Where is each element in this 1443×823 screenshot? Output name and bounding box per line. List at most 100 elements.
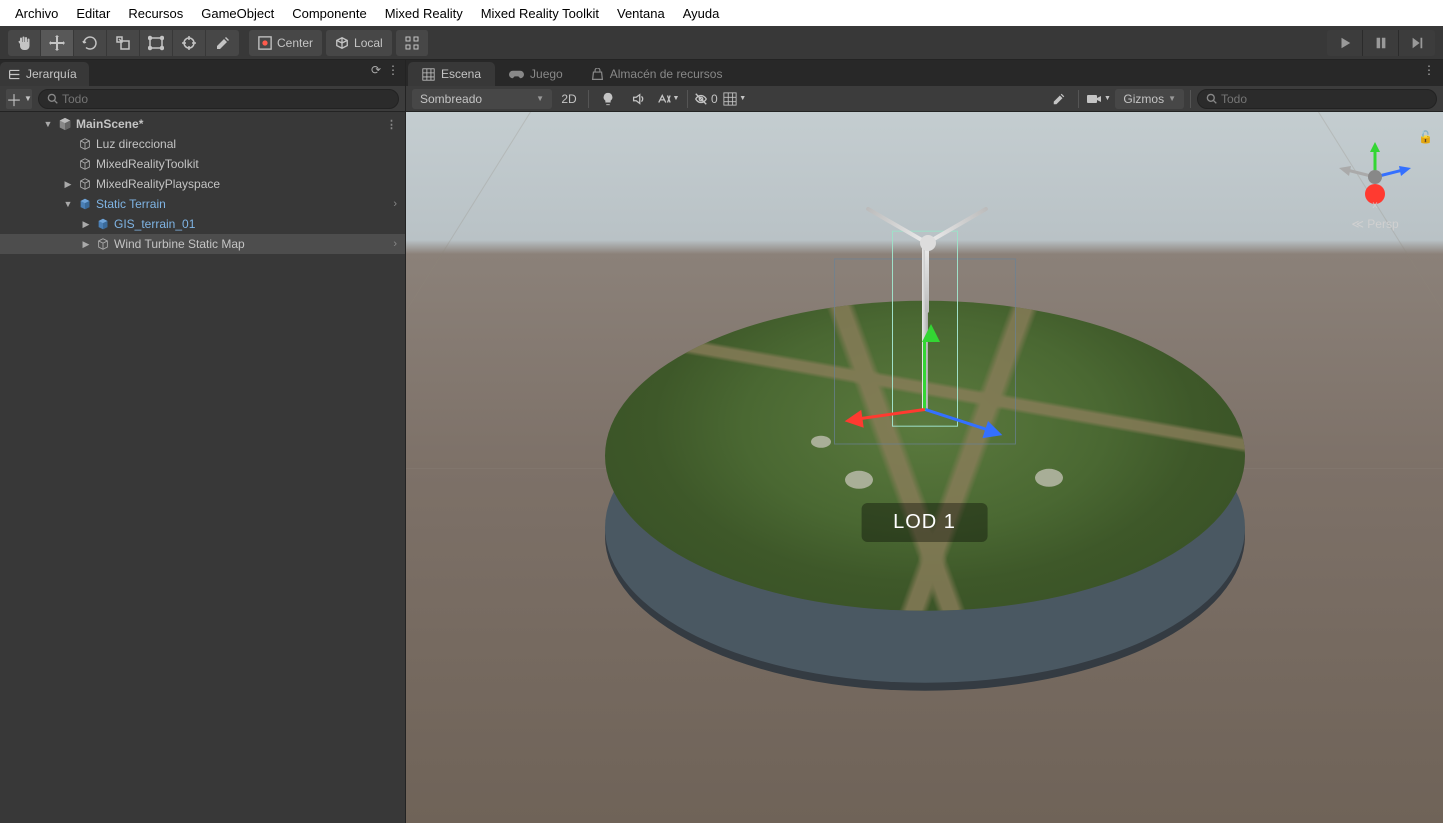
open-prefab-chevron-icon[interactable]: › bbox=[393, 198, 397, 210]
tree-item-luz[interactable]: Luz direccional bbox=[0, 134, 405, 154]
lighting-toggle[interactable] bbox=[595, 89, 621, 109]
main-toolbar: Center Local bbox=[0, 26, 1443, 60]
gameobject-icon bbox=[77, 156, 93, 172]
scene-viewport[interactable]: LOD 1 🔓 x ≪ Persp bbox=[406, 112, 1443, 823]
panel-menu-icon[interactable]: ⋮ bbox=[1423, 63, 1435, 77]
hand-tool[interactable] bbox=[8, 30, 41, 56]
menu-ventana[interactable]: Ventana bbox=[608, 2, 674, 25]
tree-label: Static Terrain bbox=[96, 197, 166, 211]
grid-icon bbox=[723, 92, 737, 106]
hierarchy-tree: ▼ MainScene* ⋮ Luz direccional MixedReal… bbox=[0, 112, 405, 823]
panel-menu-icon[interactable]: ⋮ bbox=[387, 63, 399, 77]
caret-icon: ▼ bbox=[536, 94, 544, 103]
panel-lock-icon[interactable]: ⟳ bbox=[371, 63, 381, 77]
open-prefab-chevron-icon[interactable]: › bbox=[393, 238, 397, 250]
scale-tool[interactable] bbox=[107, 30, 140, 56]
projection-label[interactable]: ≪ Persp bbox=[1335, 217, 1415, 231]
orientation-gizmo[interactable]: x ≪ Persp bbox=[1335, 142, 1415, 232]
tab-label: Juego bbox=[530, 67, 563, 81]
snap-toggle[interactable] bbox=[396, 30, 429, 56]
gameobject-icon bbox=[77, 136, 93, 152]
tree-item-static-terrain[interactable]: ▼ Static Terrain › bbox=[0, 194, 405, 214]
gamepad-icon bbox=[509, 68, 524, 81]
audio-toggle[interactable] bbox=[625, 89, 651, 109]
menu-bar: Archivo Editar Recursos GameObject Compo… bbox=[0, 0, 1443, 26]
menu-componente[interactable]: Componente bbox=[283, 2, 375, 25]
move-tool[interactable] bbox=[41, 30, 74, 56]
search-icon bbox=[1206, 93, 1217, 104]
caret-icon: ▼ bbox=[1168, 94, 1176, 103]
shading-dropdown[interactable]: Sombreado ▼ bbox=[412, 89, 552, 109]
component-tools[interactable] bbox=[1046, 89, 1072, 109]
gizmo-y-axis[interactable] bbox=[922, 333, 928, 411]
hierarchy-search-input[interactable] bbox=[62, 92, 390, 106]
play-controls bbox=[1327, 30, 1435, 56]
tree-item-playspace[interactable]: ▶ MixedRealityPlayspace bbox=[0, 174, 405, 194]
shading-label: Sombreado bbox=[420, 92, 482, 106]
viewport-lock-icon[interactable]: 🔓 bbox=[1418, 130, 1433, 144]
hierarchy-panel: Jerarquía ⟳ ⋮ ＋▼ ▼ MainScene* ⋮ bbox=[0, 60, 406, 823]
lightbulb-icon bbox=[601, 92, 615, 106]
fx-toggle[interactable]: ▼ bbox=[655, 89, 681, 109]
pause-icon bbox=[1374, 36, 1388, 50]
prefab-icon bbox=[77, 196, 93, 212]
menu-mixed-reality[interactable]: Mixed Reality bbox=[376, 2, 472, 25]
gameobject-icon bbox=[95, 236, 111, 252]
pivot-label: Center bbox=[277, 36, 313, 50]
play-button[interactable] bbox=[1327, 30, 1363, 56]
expand-arrow-icon[interactable]: ▶ bbox=[80, 239, 92, 250]
play-icon bbox=[1338, 36, 1352, 50]
move-icon bbox=[49, 35, 65, 51]
fx-icon bbox=[657, 92, 671, 106]
expand-arrow-icon[interactable]: ▶ bbox=[80, 219, 92, 230]
scene-search[interactable] bbox=[1197, 89, 1437, 109]
create-button[interactable]: ＋▼ bbox=[6, 89, 32, 109]
menu-archivo[interactable]: Archivo bbox=[6, 2, 67, 25]
list-icon bbox=[8, 68, 21, 81]
local-global-toggle[interactable]: Local bbox=[326, 30, 392, 56]
grid-toggle[interactable]: ▼ bbox=[722, 89, 748, 109]
step-icon bbox=[1410, 36, 1424, 50]
rect-tool[interactable] bbox=[140, 30, 173, 56]
tree-item-gis-terrain[interactable]: ▶ GIS_terrain_01 bbox=[0, 214, 405, 234]
scene-row-menu[interactable]: ⋮ bbox=[386, 118, 397, 131]
scene-root[interactable]: ▼ MainScene* ⋮ bbox=[0, 114, 405, 134]
tree-item-mrtk[interactable]: MixedRealityToolkit bbox=[0, 154, 405, 174]
tree-label: MixedRealityPlayspace bbox=[96, 177, 220, 191]
scene-area: Escena Juego Almacén de recursos ⋮ Sombr… bbox=[406, 60, 1443, 823]
tree-label: MixedRealityToolkit bbox=[96, 157, 199, 171]
menu-ayuda[interactable]: Ayuda bbox=[674, 2, 729, 25]
custom-tool[interactable] bbox=[206, 30, 239, 56]
orientation-axes-icon: x bbox=[1335, 142, 1415, 212]
hidden-objects[interactable]: 0 bbox=[694, 89, 718, 109]
tools-icon bbox=[1052, 92, 1066, 106]
tab-juego[interactable]: Juego bbox=[495, 62, 577, 86]
expand-arrow-icon[interactable]: ▶ bbox=[62, 179, 74, 190]
tab-asset-store[interactable]: Almacén de recursos bbox=[577, 62, 737, 86]
menu-mixed-reality-toolkit[interactable]: Mixed Reality Toolkit bbox=[472, 2, 608, 25]
tab-escena[interactable]: Escena bbox=[408, 62, 495, 86]
scene-tabbar: Escena Juego Almacén de recursos ⋮ bbox=[406, 60, 1443, 86]
pause-button[interactable] bbox=[1363, 30, 1399, 56]
rotate-tool[interactable] bbox=[74, 30, 107, 56]
gizmos-dropdown[interactable]: Gizmos▼ bbox=[1115, 89, 1184, 109]
expand-arrow-icon[interactable]: ▼ bbox=[62, 199, 74, 209]
hierarchy-search[interactable] bbox=[38, 89, 399, 109]
bag-icon bbox=[591, 68, 604, 81]
pivot-center-toggle[interactable]: Center bbox=[249, 30, 322, 56]
menu-recursos[interactable]: Recursos bbox=[119, 2, 192, 25]
toggle-2d[interactable]: 2D bbox=[556, 89, 582, 109]
camera-toggle[interactable]: ▼ bbox=[1085, 89, 1111, 109]
scene-search-input[interactable] bbox=[1221, 92, 1428, 106]
eye-off-icon bbox=[694, 92, 708, 106]
transform-tool[interactable] bbox=[173, 30, 206, 56]
scene-toolbar: Sombreado ▼ 2D ▼ 0 ▼ ▼ Gizmos▼ bbox=[406, 86, 1443, 112]
local-label: Local bbox=[354, 36, 383, 50]
tree-item-wind-turbine[interactable]: ▶ Wind Turbine Static Map › bbox=[0, 234, 405, 254]
hierarchy-tab[interactable]: Jerarquía bbox=[0, 62, 89, 86]
expand-arrow-icon[interactable]: ▼ bbox=[42, 119, 54, 129]
step-button[interactable] bbox=[1399, 30, 1435, 56]
rotate-icon bbox=[82, 35, 98, 51]
menu-gameobject[interactable]: GameObject bbox=[192, 2, 283, 25]
menu-editar[interactable]: Editar bbox=[67, 2, 119, 25]
